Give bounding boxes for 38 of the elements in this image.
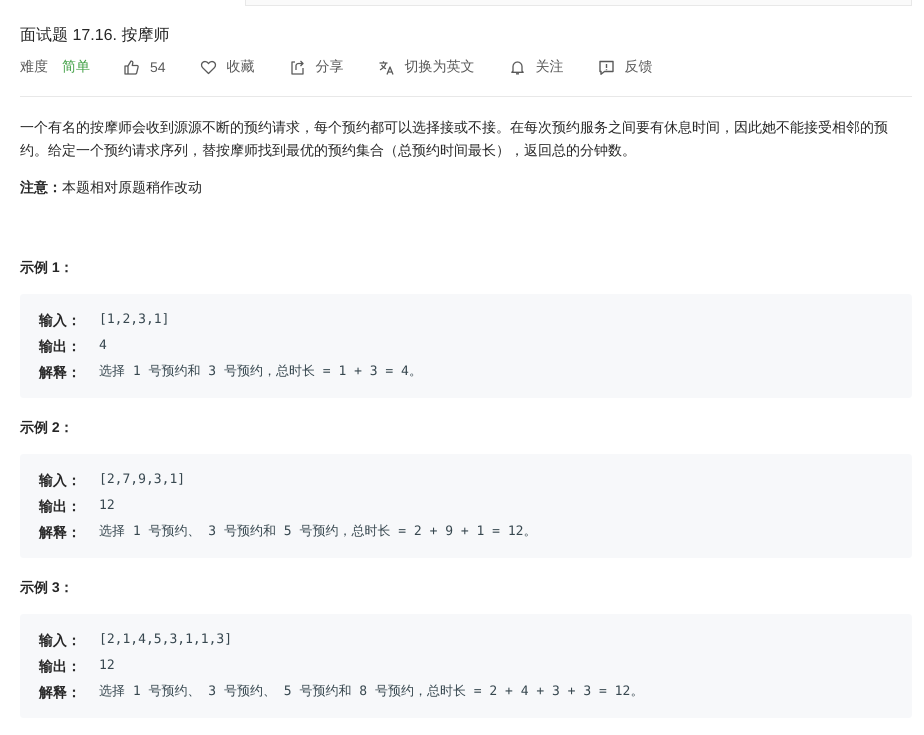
share-button[interactable]: 分享 [288,58,344,76]
follow-button[interactable]: 关注 [508,58,564,76]
bell-icon [508,58,526,76]
problem-description: 一个有名的按摩师会收到源源不断的预约请求，每个预约都可以选择接或不接。在每次预约服务之间要有休息时间，因此她不能接受相邻的预约。给定一个预约请求序列，替按摩师找到最优的预约集合（总预约时间最长），返回总的分钟数。 [20,118,889,160]
example-label: 解释： [39,363,82,382]
example-value: 选择 1 号预约、 3 号预约、 5 号预约和 8 号预约，总时长 = 2 + 4 + 3 + 3 = 12。 [99,683,644,701]
difficulty-label: 难度 [20,58,48,76]
example-value: 4 [99,337,107,355]
example-heading: 示例 2： [20,418,75,437]
example-label: 解释： [39,523,82,542]
example-heading: 示例 1： [20,258,75,277]
example-label: 输入： [39,631,82,650]
difficulty-value: 简单 [62,58,90,76]
thumbs-up-icon [123,58,140,76]
example-label: 输入： [39,311,82,330]
example-value: 选择 1 号预约、 3 号预约和 5 号预约，总时长 = 2 + 9 + 1 = 12。 [99,523,536,541]
message-icon [598,58,615,76]
example-label: 输出： [39,337,82,356]
example-label: 输出： [39,497,82,516]
feedback-button[interactable]: 反馈 [598,58,653,76]
favorite-button[interactable]: 收藏 [200,58,255,76]
example-value: 12 [99,657,115,675]
like-button[interactable]: 54 [123,58,166,76]
problem-title: 面试题 17.16. 按摩师 [20,26,170,46]
share-icon [288,58,306,76]
example-label: 输入： [39,471,82,490]
example-label: 解释： [39,683,82,702]
example-value: [2,1,4,5,3,1,1,3] [99,631,232,649]
example-value: 选择 1 号预约和 3 号预约，总时长 = 1 + 3 = 4。 [99,363,422,381]
example-value: 12 [99,497,115,515]
heart-icon [200,58,217,76]
note-text: 注意：本题相对原题稍作改动 [20,178,203,197]
example-value: [2,7,9,3,1] [99,471,186,489]
translate-button[interactable]: 切换为英文 [378,58,475,76]
example-value: [1,2,3,1] [99,311,170,329]
example-heading: 示例 3： [20,578,75,597]
example-label: 输出： [39,657,82,676]
translate-icon [378,58,395,76]
